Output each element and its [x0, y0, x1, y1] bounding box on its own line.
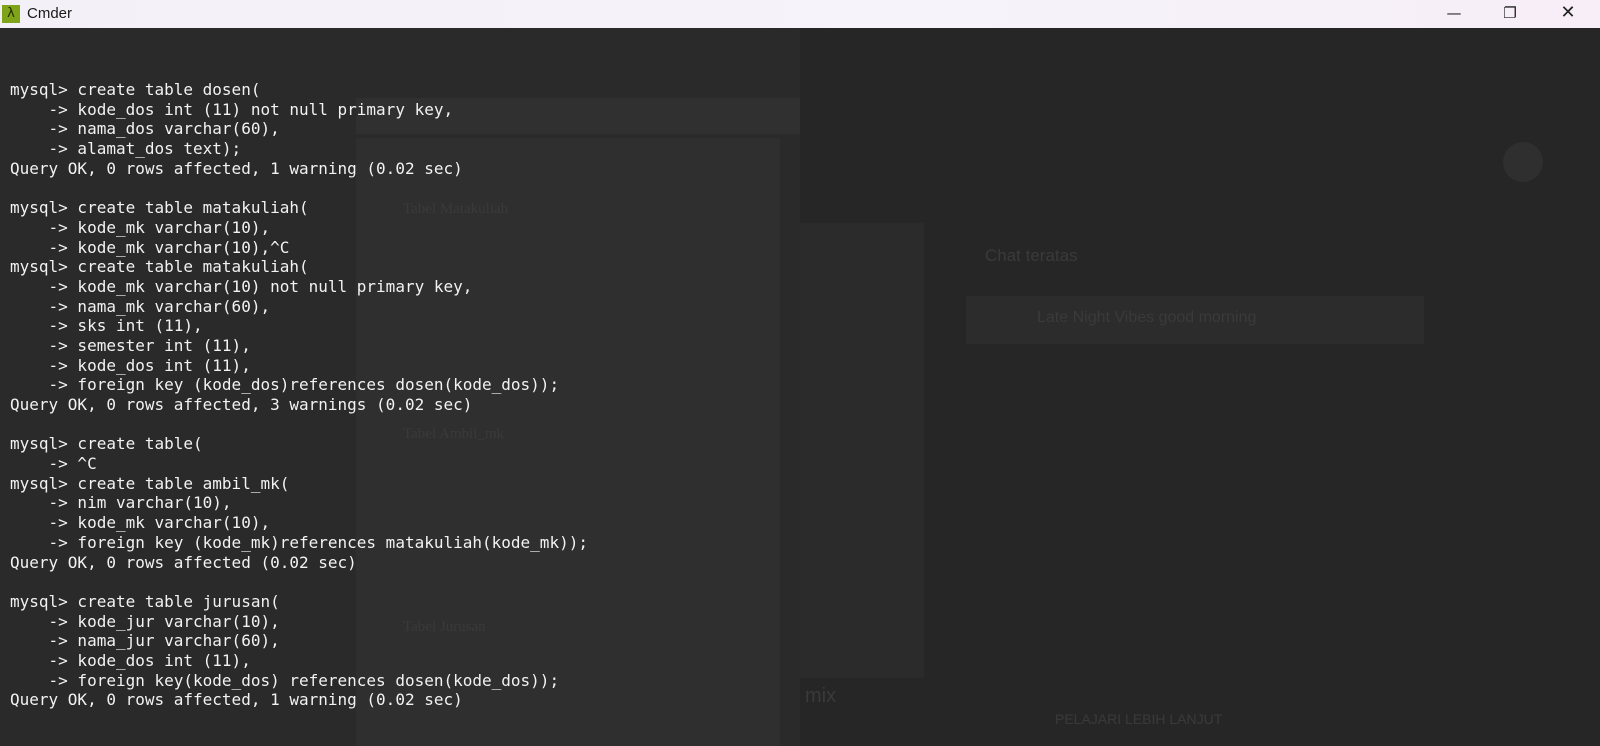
terminal-line: Query OK, 0 rows affected, 3 warnings (0… [10, 395, 473, 414]
background-avatar [1503, 142, 1543, 182]
terminal-line: mysql> create table( [10, 434, 203, 454]
title-bar[interactable]: λ Cmder — ❐ ✕ [0, 0, 1600, 28]
cmder-lambda-icon: λ [2, 5, 20, 23]
terminal-line: -> foreign key(kode_dos) references dose… [10, 670, 560, 690]
background-chat-banner [966, 296, 1424, 344]
close-button[interactable]: ✕ [1545, 0, 1591, 28]
terminal-line: -> kode_jur varchar(10), [10, 611, 280, 631]
terminal-line: -> foreign key (kode_mk)references matak… [10, 532, 588, 552]
terminal-line: -> kode_dos int (11), [10, 355, 251, 375]
terminal-line: -> sks int (11), [10, 316, 203, 336]
terminal-line: -> nim varchar(10), [10, 493, 232, 513]
terminal-output[interactable]: mysql> create table dosen( -> kode_dos i… [10, 80, 588, 710]
background-chat-title: Chat teratas [985, 246, 1078, 265]
background-video-page [800, 28, 1600, 746]
terminal-line: mysql> create table matakuliah( [10, 198, 309, 218]
terminal-line: mysql> create table dosen( [10, 80, 261, 99]
terminal-line: -> nama_jur varchar(60), [10, 631, 280, 651]
terminal-line: -> alamat_dos text); [10, 139, 242, 159]
background-learn-more: PELAJARI LEBIH LANJUT [1055, 711, 1223, 727]
terminal-line: -> kode_mk varchar(10), [10, 217, 271, 237]
terminal-line: Query OK, 0 rows affected, 1 warning (0.… [10, 158, 463, 178]
terminal-line: Query OK, 0 rows affected (0.02 sec) [10, 552, 357, 572]
terminal-line: -> kode_dos int (11) not null primary ke… [10, 99, 454, 119]
background-video-player [800, 223, 924, 678]
terminal-line: -> kode_mk varchar(10), [10, 513, 271, 533]
terminal-line: -> nama_dos varchar(60), [10, 119, 280, 139]
terminal-line: mysql> create table jurusan( [10, 591, 280, 611]
minimize-button[interactable]: — [1431, 0, 1477, 28]
terminal-line: -> kode_mk varchar(10) not null primary … [10, 276, 473, 296]
terminal-line: mysql> create table matakuliah( [10, 257, 309, 277]
terminal-window[interactable]: Tabel Matakuliah Tabel Ambil_mk Tabel Ju… [0, 28, 1600, 746]
terminal-line: -> foreign key (kode_dos)references dose… [10, 375, 560, 395]
background-mix-label: mix [805, 685, 837, 707]
maximize-button[interactable]: ❐ [1487, 0, 1533, 28]
window-title: Cmder [27, 5, 73, 22]
background-banner-text: Late Night Vibes good morning [1037, 309, 1257, 326]
terminal-line: -> nama_mk varchar(60), [10, 296, 271, 316]
terminal-line: -> kode_mk varchar(10),^C [10, 237, 290, 257]
terminal-line: -> ^C [10, 454, 97, 474]
terminal-line: -> kode_dos int (11), [10, 650, 251, 670]
terminal-line: Query OK, 0 rows affected, 1 warning (0.… [10, 690, 463, 710]
terminal-line: -> semester int (11), [10, 335, 251, 355]
terminal-line: mysql> create table ambil_mk( [10, 473, 290, 493]
